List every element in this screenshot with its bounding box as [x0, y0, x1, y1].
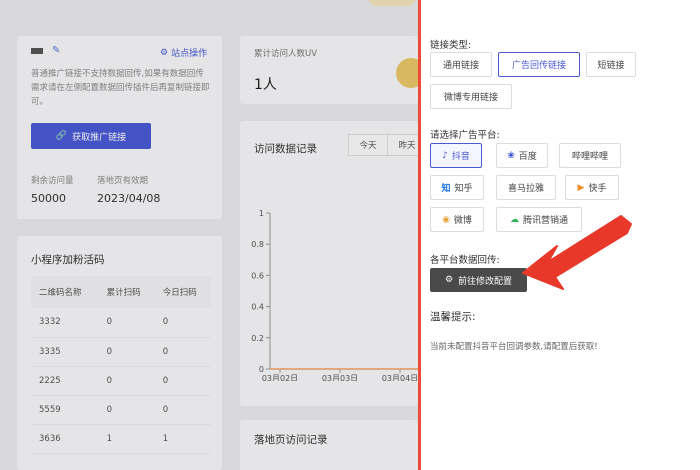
column-header: 今日扫码 — [154, 276, 211, 308]
tip-title: 温馨提示: — [430, 311, 476, 323]
promo-note: 普通推广链接不支持数据回传,如果有数据回传需求请在左侧配置数据回传插件后再复制链… — [31, 69, 210, 107]
expiry-label: 落地页有效期 — [97, 176, 149, 186]
uv-value: 1人 — [254, 77, 277, 93]
douyin-icon: ♪ — [442, 150, 448, 161]
link-icon: 🔗 — [55, 131, 68, 141]
table-row: 3636 1 1 — [31, 424, 211, 454]
landing-records-title: 落地页访问记录 — [254, 434, 328, 446]
y-tick-label: 1 — [259, 209, 264, 218]
platform-label: 请选择广告平台: — [430, 130, 500, 141]
uv-label: 累计访问人数UV — [254, 49, 318, 59]
tip-text: 当前未配置抖音平台回调参数,请配置后获取! — [430, 342, 598, 352]
table-cell: 0 — [98, 395, 155, 425]
table-cell: 0 — [154, 308, 211, 338]
gear-icon: ⚙ — [160, 47, 169, 58]
edit-icon[interactable]: ✎ — [52, 45, 60, 56]
visit-records-title: 访问数据记录 — [254, 143, 317, 155]
y-tick-label: 0.2 — [251, 334, 264, 343]
table-cell: 0 — [154, 395, 211, 425]
y-tick-label: 0.8 — [251, 240, 264, 249]
qr-card-title: 小程序加粉活码 — [31, 254, 105, 266]
table-cell: 0 — [98, 366, 155, 396]
gear-icon: ⚙ — [444, 275, 454, 285]
promo-link-card: ✎ ⚙ 站点操作 普通推广链接不支持数据回传,如果有数据回传需求请在左侧配置数据… — [17, 36, 222, 219]
platform-tencent-label: 腾讯营销通 — [522, 216, 568, 226]
platform-douyin[interactable]: ♪ 抖音 — [430, 143, 482, 168]
table-cell: 0 — [154, 366, 211, 396]
uv-avatar-icon — [396, 58, 418, 88]
platform-baidu[interactable]: ❀ 百度 — [496, 143, 548, 168]
platform-kuaishou-label: 快手 — [588, 184, 607, 194]
baidu-paw-icon: ❀ — [507, 150, 515, 161]
go-config-label: 前往修改配置 — [458, 276, 513, 287]
table-row: 2225 0 0 — [31, 366, 211, 396]
x-tick-label: 03月03日 — [322, 374, 358, 381]
platform-douyin-label: 抖音 — [451, 152, 470, 162]
x-tick-label: 03月02日 — [262, 374, 298, 381]
table-row: 3332 0 0 — [31, 308, 211, 338]
callback-label: 各平台数据回传: — [430, 255, 500, 266]
platform-baidu-label: 百度 — [518, 152, 537, 162]
get-promo-link-button[interactable]: 🔗 获取推广链接 — [31, 123, 151, 149]
remaining-value: 50000 — [31, 192, 66, 205]
option-generic-link[interactable]: 通用链接 — [430, 52, 492, 77]
tab-today[interactable]: 今天 — [348, 134, 388, 156]
table-cell: 3332 — [31, 308, 99, 338]
option-weibo-link[interactable]: 微博专用链接 — [430, 84, 512, 109]
platform-ximalaya[interactable]: 喜马拉雅 — [496, 175, 556, 200]
x-tick-label: 03月04日 — [382, 374, 418, 381]
option-ad-callback-link[interactable]: 广告回传链接 — [498, 52, 580, 77]
option-short-link[interactable]: 短链接 — [586, 52, 636, 77]
link-config-panel: 链接类型: 通用链接 广告回传链接 短链接 微博专用链接 请选择广告平台: ♪ … — [418, 0, 700, 470]
dashboard-background: ✎ ⚙ 站点操作 普通推广链接不支持数据回传,如果有数据回传需求请在左侧配置数据… — [0, 0, 418, 470]
table-cell: 0 — [98, 337, 155, 367]
site-ops-link[interactable]: ⚙ 站点操作 — [160, 46, 208, 60]
visits-line-chart: 1 0.8 0.6 0.4 0.2 003月02日 03月03日 03月04日 — [251, 209, 418, 381]
remaining-label: 剩余访问量 — [31, 176, 74, 186]
table-cell: 0 — [154, 337, 211, 367]
platform-kuaishou[interactable]: ▶ 快手 — [565, 175, 619, 200]
table-row: 5559 0 0 — [31, 395, 211, 425]
tab-yesterday[interactable]: 昨天 — [387, 134, 418, 156]
landing-records-card: 落地页访问记录 — [240, 420, 418, 470]
qr-table: 二维码名称 累计扫码 今日扫码 3332 0 0 3335 0 0 2225 0… — [31, 276, 211, 454]
table-row: 3335 0 0 — [31, 337, 211, 367]
uv-card: 累计访问人数UV 1人 — [240, 36, 418, 104]
tencent-cloud-icon: ☁ — [509, 214, 519, 225]
table-cell: 1 — [98, 424, 155, 454]
table-cell: 1 — [154, 424, 211, 454]
link-type-label: 链接类型: — [430, 40, 472, 51]
table-cell: 0 — [98, 308, 155, 338]
y-tick-label: 0 — [259, 365, 264, 374]
table-cell: 3335 — [31, 337, 99, 367]
go-config-button[interactable]: ⚙ 前往修改配置 — [430, 268, 527, 292]
top-pill-decoration — [368, 0, 416, 6]
table-cell: 2225 — [31, 366, 99, 396]
redacted-name — [31, 48, 43, 54]
table-cell: 5559 — [31, 395, 99, 425]
qr-code-card: 小程序加粉活码 二维码名称 累计扫码 今日扫码 3332 0 0 3335 0 — [17, 236, 222, 470]
platform-weibo-label: 微博 — [453, 216, 472, 226]
y-tick-label: 0.6 — [251, 271, 264, 280]
get-promo-link-label: 获取推广链接 — [72, 132, 127, 143]
y-tick-label: 0.4 — [251, 303, 264, 312]
platform-zhihu-label: 知乎 — [454, 184, 473, 194]
platform-tencent[interactable]: ☁ 腾讯营销通 — [496, 207, 582, 232]
weibo-icon: ◉ — [442, 214, 450, 225]
platform-zhihu[interactable]: 知 知乎 — [430, 175, 484, 200]
kuaishou-icon: ▶ — [577, 182, 585, 193]
platform-bilibili[interactable]: 哔哩哔哩 — [559, 143, 621, 168]
expiry-value: 2023/04/08 — [97, 192, 161, 205]
table-header-row: 二维码名称 累计扫码 今日扫码 — [31, 276, 211, 308]
visit-records-card: 访问数据记录 今天 昨天 1 0.8 0.6 0.4 0.2 0 03月02日 03月03日 0… — [240, 121, 418, 406]
column-header: 二维码名称 — [31, 276, 99, 308]
site-ops-label: 站点操作 — [171, 49, 208, 59]
column-header: 累计扫码 — [98, 276, 155, 308]
platform-weibo[interactable]: ◉ 微博 — [430, 207, 484, 232]
zhihu-icon: 知 — [441, 184, 451, 194]
table-cell: 3636 — [31, 424, 99, 454]
